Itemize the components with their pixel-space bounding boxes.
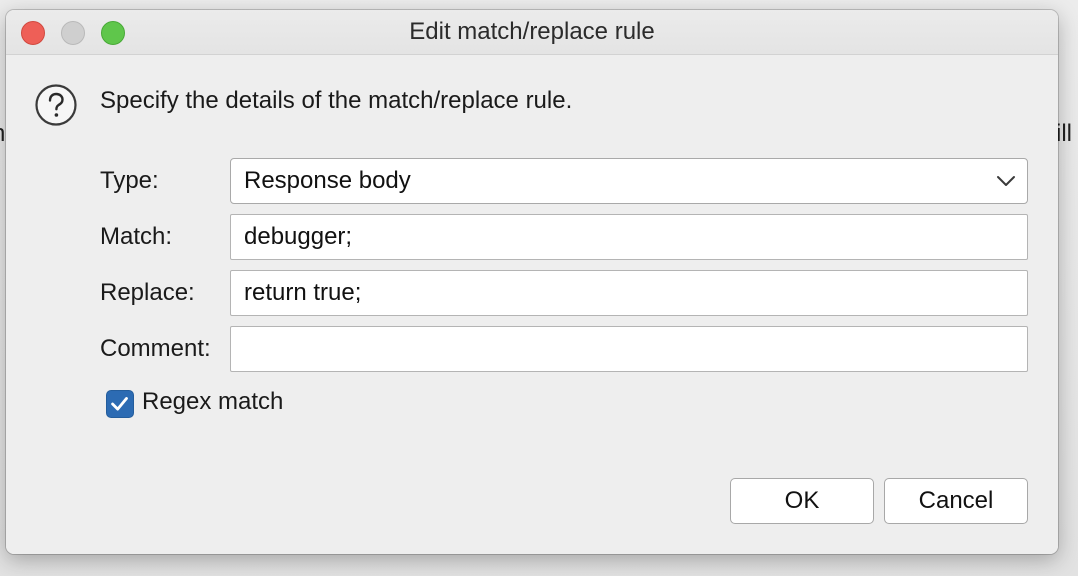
checkmark-icon bbox=[111, 397, 128, 411]
regex-match-label[interactable]: Regex match bbox=[142, 388, 283, 416]
match-label: Match: bbox=[100, 223, 173, 250]
background-text-left: h bbox=[0, 120, 5, 148]
background-text-right: ill bbox=[1056, 120, 1072, 147]
title-bar[interactable]: Edit match/replace rule bbox=[6, 10, 1058, 55]
question-circle-icon bbox=[35, 84, 77, 126]
ok-button[interactable]: OK bbox=[730, 478, 874, 524]
edit-rule-dialog: Edit match/replace rule Specify the deta… bbox=[6, 10, 1058, 554]
type-label: Type: bbox=[100, 167, 159, 194]
chevron-down-icon bbox=[997, 176, 1015, 186]
comment-input[interactable] bbox=[230, 326, 1028, 372]
dialog-description: Specify the details of the match/replace… bbox=[100, 87, 573, 114]
type-select[interactable]: Response body bbox=[230, 158, 1028, 204]
window-title: Edit match/replace rule bbox=[409, 18, 655, 45]
regex-match-checkbox[interactable] bbox=[106, 390, 134, 418]
comment-label: Comment: bbox=[100, 335, 211, 362]
replace-input[interactable]: return true; bbox=[230, 270, 1028, 316]
replace-label: Replace: bbox=[100, 279, 195, 306]
cancel-button[interactable]: Cancel bbox=[884, 478, 1028, 524]
match-input[interactable]: debugger; bbox=[230, 214, 1028, 260]
dialog-content: Specify the details of the match/replace… bbox=[6, 55, 1058, 554]
type-select-value: Response body bbox=[244, 167, 411, 194]
